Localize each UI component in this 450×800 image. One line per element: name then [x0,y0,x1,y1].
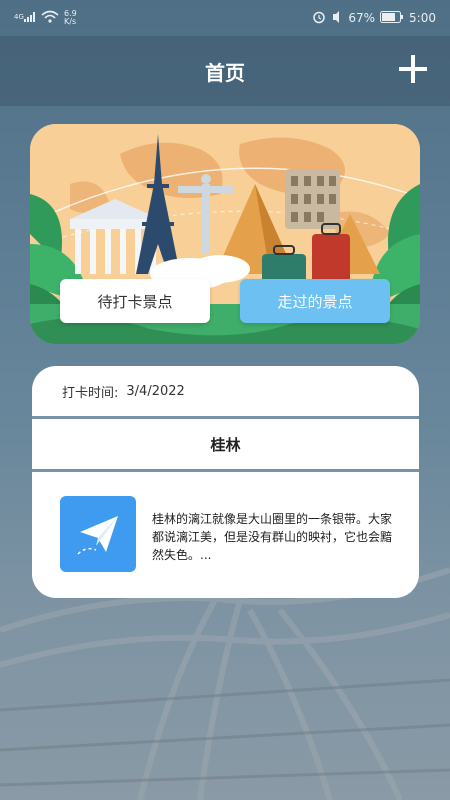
signal-icon: 4G [14,11,36,26]
wifi-icon [41,10,59,27]
paper-plane-icon [77,516,118,555]
record-thumbnail [60,496,136,572]
status-right: 67% 5:00 [312,10,436,27]
page-title: 首页 [205,60,245,85]
svg-text:4G: 4G [14,13,24,21]
clock: 5:00 [409,11,436,25]
place-name: 桂林 [210,435,241,454]
status-bar: 4G 6.9 K/s 67% 5:00 [0,0,450,36]
checkin-time-value: 3/4/2022 [126,383,185,399]
add-button[interactable] [394,50,432,88]
checkin-time-label: 打卡时间: [62,385,119,401]
travel-banner: 待打卡景点 走过的景点 [30,124,420,344]
divider [32,469,419,472]
divider [32,416,419,419]
plus-icon [399,55,427,83]
record-card[interactable]: 打卡时间: 3/4/2022 桂林 桂林的漓江就像是大山圈里的一条银带。大家都说… [32,366,419,598]
visited-spots-button[interactable]: 走过的景点 [240,279,390,323]
record-description: 桂林的漓江就像是大山圈里的一条银带。大家都说漓江美，但是没有群山的映衬，它也会黯… [152,512,393,562]
battery-icon [380,10,404,26]
pending-spots-button[interactable]: 待打卡景点 [60,279,210,323]
mute-icon [331,10,343,27]
nav-bar: 首页 [0,36,450,106]
status-left: 4G 6.9 K/s [14,10,86,27]
checkin-time-row: 打卡时间: 3/4/2022 [32,366,419,416]
battery-percent: 67% [348,11,376,25]
record-body: 桂林的漓江就像是大山圈里的一条银带。大家都说漓江美，但是没有群山的映衬，它也会黯… [32,472,419,572]
alarm-icon [312,10,326,27]
network-speed: 6.9 K/s [64,9,77,26]
